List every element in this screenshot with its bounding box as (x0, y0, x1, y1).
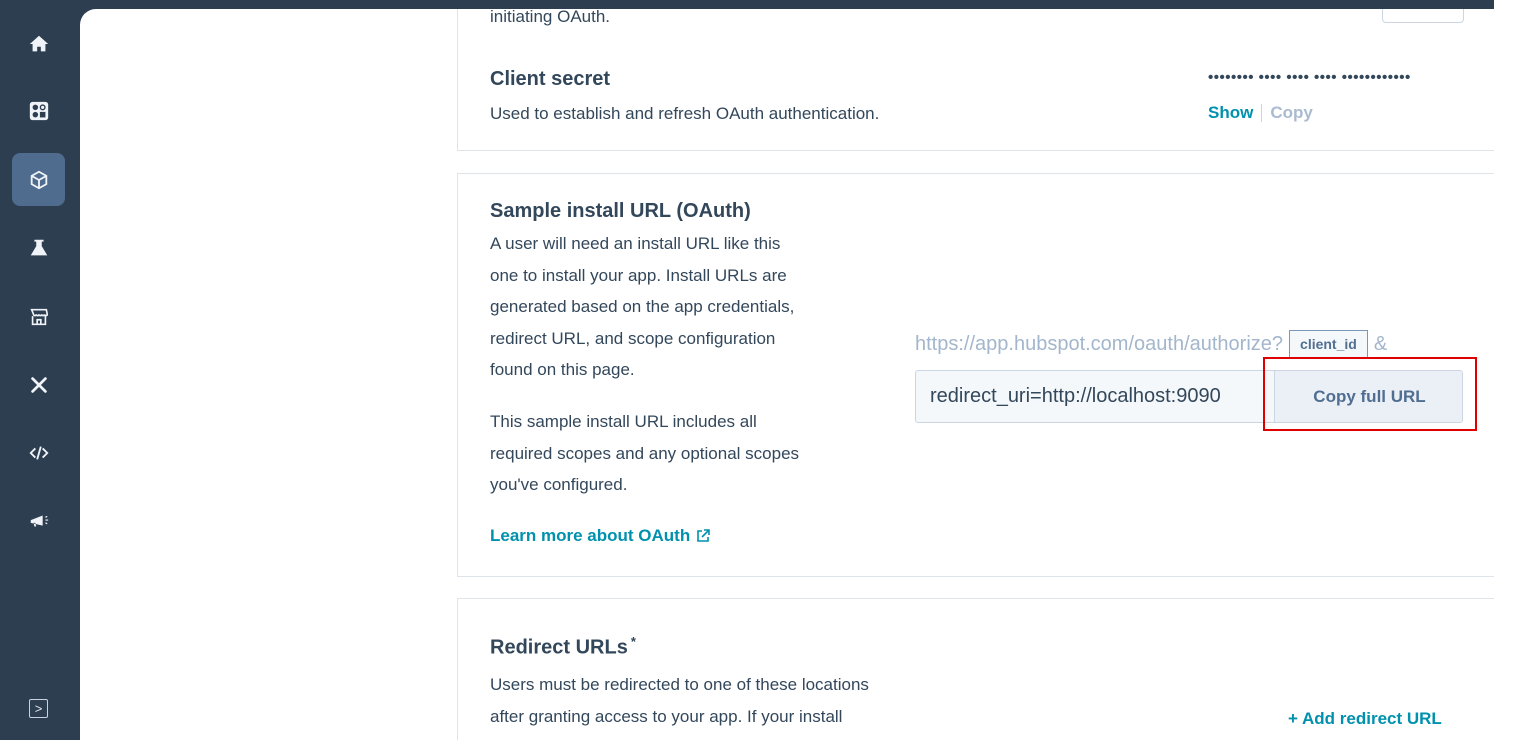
learn-more-link[interactable]: Learn more about OAuth (490, 526, 711, 546)
description-line: generated based on the app credentials, (490, 297, 795, 316)
client-secret-description: Used to establish and refresh OAuth auth… (490, 104, 880, 123)
sidebar-nav: > (0, 0, 80, 740)
install-url-base: https://app.hubspot.com/oauth/authorize?… (915, 330, 1387, 358)
home-icon (29, 35, 48, 51)
flask-icon (30, 239, 47, 255)
copy-secret-button[interactable]: Copy (1270, 103, 1313, 123)
description-line: after granting access to your app. If yo… (490, 706, 843, 726)
code-icon (28, 445, 49, 460)
sidebar-item-announcements[interactable] (12, 494, 65, 547)
sidebar-item-developer[interactable] (12, 426, 65, 479)
required-mark: * (630, 634, 636, 649)
show-secret-button[interactable]: Show (1208, 103, 1253, 123)
description-line: one to install your app. Install URLs ar… (490, 265, 787, 285)
learn-more-label: Learn more about OAuth (490, 526, 691, 545)
tools-icon (30, 376, 47, 393)
megaphone-icon (30, 515, 48, 526)
ampersand: & (1373, 332, 1388, 355)
redirect-urls-description: Users must be redirected to one of these… (490, 669, 869, 732)
add-redirect-url-button[interactable]: + Add redirect URL (1288, 709, 1442, 729)
description-line: A user will need an install URL like thi… (490, 234, 781, 253)
right-edge (1494, 0, 1522, 740)
sidebar-item-tools[interactable] (12, 358, 65, 411)
client-secret-title: Client secret (490, 68, 611, 90)
cube-icon (30, 170, 47, 189)
install-url-description: A user will need an install URL like thi… (490, 228, 870, 386)
redirect-urls-title: Redirect URLs * (490, 634, 636, 660)
sidebar-item-projects[interactable] (12, 153, 65, 206)
sidebar-item-home[interactable] (12, 17, 65, 70)
install-url-scopes-note: This sample install URL includes all req… (490, 406, 870, 501)
client-secret-masked-value: •••••••• •••• •••• •••• •••••••••••• (1208, 69, 1411, 86)
redirect-urls-title-text: Redirect URLs (490, 636, 628, 659)
chevron-right-icon: > (34, 701, 43, 716)
redirect-urls-card: Redirect URLs * Users must be redirected … (457, 598, 1494, 740)
highlight-box (1263, 357, 1477, 431)
top-bar (0, 0, 1494, 9)
scopes-line: This sample install URL includes all (490, 412, 757, 431)
expand-sidebar-button[interactable]: > (29, 699, 48, 718)
scopes-line: required scopes and any optional scopes (490, 443, 800, 463)
base-url-text: https://app.hubspot.com/oauth/authorize? (915, 332, 1284, 355)
client-id-card: initiating OAuth. (457, 9, 1494, 45)
sidebar-item-apps[interactable] (12, 84, 65, 137)
external-link-icon (697, 529, 711, 542)
client-id-copy-button[interactable] (1382, 9, 1464, 23)
client-id-description: initiating OAuth. (490, 9, 611, 26)
apps-grid-icon (29, 101, 48, 120)
description-line: Users must be redirected to one of these… (490, 675, 869, 694)
description-line: redirect URL, and scope configuration (490, 328, 776, 348)
description-line: found on this page. (490, 360, 635, 379)
install-url-value: redirect_uri=http://localhost:9090 (930, 385, 1221, 407)
sidebar-item-testing[interactable] (12, 221, 65, 274)
sidebar-item-marketplace[interactable] (12, 290, 65, 343)
client-id-tag: client_id (1289, 330, 1368, 358)
divider (1261, 104, 1263, 122)
scopes-line: you've configured. (490, 475, 628, 494)
main-content: initiating OAuth. Client secret Used to … (80, 9, 1494, 740)
install-url-title: Sample install URL (OAuth) (490, 200, 751, 222)
storefront-icon (29, 308, 48, 325)
client-secret-card: Client secret Used to establish and refr… (457, 44, 1494, 151)
